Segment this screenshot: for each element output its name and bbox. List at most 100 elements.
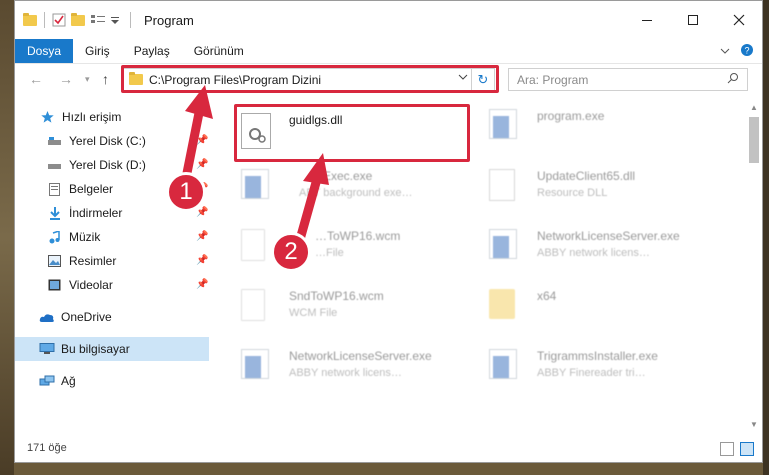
step-number: 1: [179, 178, 193, 205]
sidebar-item-music[interactable]: Müzik 📌: [15, 225, 209, 249]
cloud-icon: [39, 312, 54, 324]
document-file-icon: [241, 289, 265, 321]
recent-locations-icon[interactable]: ▾: [85, 74, 90, 85]
file-item[interactable]: UpdateClient65.dll Resource DLL: [489, 165, 729, 213]
tab-share[interactable]: Paylaş: [122, 39, 182, 63]
tab-file[interactable]: Dosya: [15, 39, 74, 63]
file-name: UpdateClient65.dll: [537, 169, 636, 183]
drive-icon: [48, 159, 61, 171]
scroll-up-icon[interactable]: ▲: [750, 103, 758, 112]
sidebar-item-label: Resimler: [69, 254, 117, 268]
close-icon: [733, 14, 745, 26]
pin-icon[interactable]: 📌: [196, 279, 208, 290]
pin-icon[interactable]: 📌: [196, 255, 208, 266]
exe-file-icon: [489, 349, 517, 379]
step-badge-1: 1: [166, 172, 206, 212]
documents-icon: [49, 183, 62, 196]
file-description: ABBY network licens…: [289, 367, 402, 379]
file-item[interactable]: NetworkLicenseServer.exe ABBY network li…: [241, 345, 481, 393]
sidebar-item-label: Yerel Disk (C:): [69, 134, 146, 148]
sidebar-item-label: Bu bilgisayar: [61, 342, 130, 356]
properties-icon[interactable]: [52, 13, 66, 27]
sidebar-item-network[interactable]: Ağ: [15, 369, 209, 393]
ribbon-tabs: Dosya Giriş Paylaş Görünüm ?: [15, 39, 762, 64]
file-explorer-window: Program Dosya Giriş Paylaş Görünüm ? ← →…: [14, 0, 763, 463]
drive-icon: [48, 135, 61, 147]
svg-text:?: ?: [744, 45, 749, 55]
tab-view[interactable]: Görünüm: [182, 39, 256, 63]
maximize-icon: [688, 15, 698, 25]
file-name: program.exe: [537, 109, 605, 123]
pictures-icon: [48, 255, 61, 267]
folder-icon: [489, 289, 515, 319]
file-description: ABBY network licens…: [537, 247, 650, 259]
file-item[interactable]: x64: [489, 285, 729, 333]
file-item[interactable]: NetworkLicenseServer.exe ABBY network li…: [489, 225, 729, 273]
file-name: NetworkLicenseServer.exe: [537, 229, 680, 243]
maximize-button[interactable]: [670, 1, 716, 39]
download-icon: [49, 207, 62, 220]
file-description: ABBY Finereader tri…: [537, 367, 646, 379]
sidebar-item-label: Videolar: [69, 278, 113, 292]
file-name: TrigrammsInstaller.exe: [537, 349, 658, 363]
exe-file-icon: [241, 349, 269, 379]
up-arrow-icon[interactable]: ↑: [102, 71, 109, 87]
minimize-icon: [642, 20, 652, 21]
exe-file-icon: [241, 169, 269, 199]
forward-arrow-icon[interactable]: →: [59, 71, 73, 87]
exe-file-icon: [489, 109, 517, 139]
sidebar-item-label: İndirmeler: [69, 206, 123, 220]
network-icon: [39, 375, 55, 387]
sidebar-item-pictures[interactable]: Resimler 📌: [15, 249, 209, 273]
minimize-button[interactable]: [624, 1, 670, 39]
video-icon: [48, 279, 61, 291]
details-view-icon[interactable]: [720, 442, 734, 456]
scrollbar-thumb[interactable]: [749, 117, 759, 163]
star-icon: [41, 111, 54, 123]
file-description: WCM File: [289, 307, 338, 319]
new-folder-icon[interactable]: [71, 12, 85, 26]
back-arrow-icon[interactable]: ←: [29, 71, 43, 87]
sidebar-item-videos[interactable]: Videolar 📌: [15, 273, 209, 297]
file-highlight: [234, 104, 470, 162]
exe-file-icon: [489, 229, 517, 259]
view-options-icon[interactable]: [90, 13, 105, 27]
file-name: SndToWP16.wcm: [289, 289, 384, 303]
music-icon: [49, 229, 62, 244]
search-placeholder: Ara: Program: [517, 72, 589, 87]
window-title: Program: [144, 12, 194, 28]
file-item[interactable]: …Exec.exe ABT background exe…: [241, 165, 481, 213]
scroll-down-icon[interactable]: ▼: [750, 420, 758, 429]
file-item[interactable]: SndToWP16.wcm WCM File: [241, 285, 481, 333]
customize-toolbar-icon[interactable]: [109, 13, 123, 27]
search-box[interactable]: Ara: Program: [508, 68, 748, 91]
file-description: Resource DLL: [537, 187, 608, 199]
file-name: NetworkLicenseServer.exe: [289, 349, 432, 363]
file-name: x64: [537, 289, 557, 303]
step-badge-2: 2: [271, 232, 311, 272]
document-file-icon: [241, 229, 265, 261]
sidebar-item-onedrive[interactable]: OneDrive: [15, 305, 209, 329]
sidebar-item-label: OneDrive: [61, 310, 112, 324]
expand-ribbon-icon[interactable]: [720, 44, 730, 58]
vertical-scrollbar[interactable]: ▲ ▼: [746, 101, 762, 431]
step-number: 2: [284, 238, 298, 265]
pin-icon[interactable]: 📌: [196, 231, 208, 242]
search-icon: [727, 72, 739, 87]
tab-home[interactable]: Giriş: [73, 39, 122, 63]
separator: [44, 12, 45, 28]
separator: [130, 12, 131, 28]
item-count: 171 öğe: [27, 442, 67, 454]
sidebar-item-this-pc[interactable]: Bu bilgisayar: [15, 337, 209, 361]
file-item[interactable]: TrigrammsInstaller.exe ABBY Finereader t…: [489, 345, 729, 393]
large-icons-view-icon[interactable]: [740, 442, 754, 456]
close-button[interactable]: [716, 1, 762, 39]
sidebar-item-label: Yerel Disk (D:): [69, 158, 146, 172]
desktop-background-right: [763, 0, 769, 475]
desktop-background-left: [0, 0, 14, 475]
sidebar-item-label: Müzik: [69, 230, 101, 244]
status-bar: 171 öğe: [15, 439, 762, 461]
help-icon[interactable]: ?: [740, 43, 754, 60]
file-item[interactable]: program.exe: [489, 105, 729, 153]
sidebar-item-label: Hızlı erişim: [62, 110, 122, 124]
